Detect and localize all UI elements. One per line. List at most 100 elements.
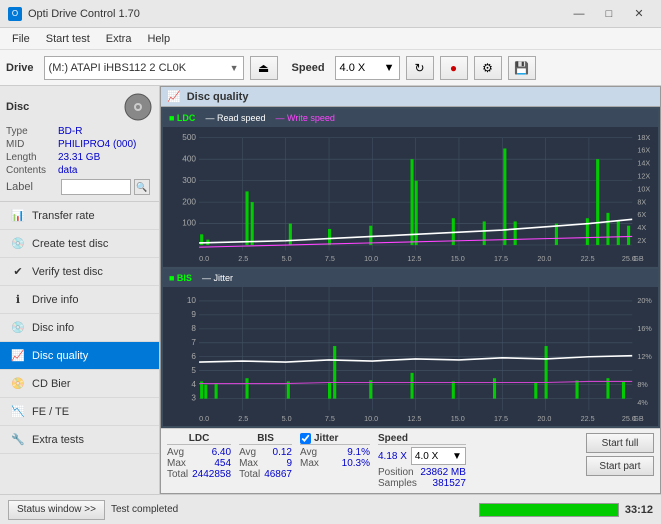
svg-text:100: 100 bbox=[182, 218, 196, 228]
menu-start-test[interactable]: Start test bbox=[38, 31, 98, 47]
create-test-disc-icon: 💿 bbox=[10, 236, 26, 252]
svg-text:20%: 20% bbox=[637, 295, 652, 304]
svg-text:8X: 8X bbox=[637, 197, 646, 206]
burn-button[interactable]: ● bbox=[440, 56, 468, 80]
speed-selector[interactable]: 4.0 X ▼ bbox=[335, 56, 400, 80]
svg-text:6: 6 bbox=[191, 350, 196, 360]
jitter-stats: Jitter Avg 9.1% Max 10.3% bbox=[300, 433, 370, 469]
maximize-button[interactable]: □ bbox=[595, 4, 623, 24]
length-value: 23.31 GB bbox=[58, 152, 100, 163]
bis-legend-jitter: — Jitter bbox=[202, 273, 233, 283]
svg-text:4%: 4% bbox=[637, 397, 648, 406]
svg-text:8: 8 bbox=[191, 322, 196, 332]
label-input[interactable] bbox=[61, 179, 131, 195]
svg-text:3: 3 bbox=[191, 392, 196, 402]
minimize-button[interactable]: — bbox=[565, 4, 593, 24]
menu-file[interactable]: File bbox=[4, 31, 38, 47]
svg-text:GB: GB bbox=[633, 254, 644, 263]
refresh-button[interactable]: ↻ bbox=[406, 56, 434, 80]
mid-value: PHILIPRO4 (000) bbox=[58, 139, 136, 150]
svg-text:15.0: 15.0 bbox=[451, 413, 465, 422]
samples-val: 381527 bbox=[433, 478, 466, 489]
position-label: Position bbox=[378, 467, 414, 478]
speed-stat-combo[interactable]: 4.0 X ▼ bbox=[411, 447, 466, 465]
bis-stats: BIS Avg 0.12 Max 9 Total 46867 bbox=[239, 433, 292, 480]
settings-button[interactable]: ⚙ bbox=[474, 56, 502, 80]
eject-button[interactable]: ⏏ bbox=[250, 56, 278, 80]
cd-bier-icon: 📀 bbox=[10, 376, 26, 392]
svg-text:16%: 16% bbox=[637, 323, 652, 332]
menu-extra[interactable]: Extra bbox=[98, 31, 140, 47]
menu-help[interactable]: Help bbox=[139, 31, 178, 47]
ldc-avg-val: 6.40 bbox=[212, 447, 231, 458]
sidebar-item-label-create-test-disc: Create test disc bbox=[32, 238, 108, 250]
svg-text:12X: 12X bbox=[637, 171, 650, 180]
label-icon-button[interactable]: 🔍 bbox=[134, 179, 150, 195]
avg-label-ldc: Avg bbox=[167, 447, 184, 458]
svg-text:14X: 14X bbox=[637, 158, 650, 167]
svg-text:0.0: 0.0 bbox=[199, 254, 209, 263]
svg-text:0.0: 0.0 bbox=[199, 413, 209, 422]
sidebar-item-transfer-rate[interactable]: 📊 Transfer rate bbox=[0, 202, 159, 230]
svg-text:10.0: 10.0 bbox=[364, 254, 378, 263]
sidebar-item-drive-info[interactable]: ℹ Drive info bbox=[0, 286, 159, 314]
sidebar-item-label-extra-tests: Extra tests bbox=[32, 434, 84, 446]
panel-titlebar: 📈 Disc quality bbox=[161, 87, 660, 107]
ldc-total-val: 2442858 bbox=[192, 469, 231, 480]
charts-container: ■ LDC — Read speed — Write speed bbox=[161, 107, 660, 428]
statusbar: Status window >> Test completed 33:12 bbox=[0, 494, 661, 524]
sidebar-item-fe-te[interactable]: 📉 FE / TE bbox=[0, 398, 159, 426]
sidebar-item-create-test-disc[interactable]: 💿 Create test disc bbox=[0, 230, 159, 258]
time-display: 33:12 bbox=[625, 504, 653, 516]
sidebar-item-extra-tests[interactable]: 🔧 Extra tests bbox=[0, 426, 159, 454]
save-button[interactable]: 💾 bbox=[508, 56, 536, 80]
sidebar-item-label-fe-te: FE / TE bbox=[32, 406, 69, 418]
window-controls: — □ ✕ bbox=[565, 4, 653, 24]
sidebar-item-cd-bier[interactable]: 📀 CD Bier bbox=[0, 370, 159, 398]
length-label: Length bbox=[6, 152, 58, 163]
svg-text:12.5: 12.5 bbox=[407, 254, 421, 263]
mid-label: MID bbox=[6, 139, 58, 150]
fe-te-icon: 📉 bbox=[10, 404, 26, 420]
disc-icon bbox=[123, 92, 153, 122]
verify-test-disc-icon: ✔ bbox=[10, 264, 26, 280]
ldc-legend-ldc: ■ LDC bbox=[169, 113, 195, 123]
speed-stat-combo-val: 4.0 X bbox=[415, 451, 438, 462]
svg-text:5.0: 5.0 bbox=[282, 254, 292, 263]
svg-text:17.5: 17.5 bbox=[494, 254, 508, 263]
jitter-checkbox[interactable] bbox=[300, 433, 311, 444]
speed-stat-val: 4.18 X bbox=[378, 451, 407, 462]
svg-text:10: 10 bbox=[187, 294, 196, 304]
svg-text:7.5: 7.5 bbox=[325, 413, 335, 422]
start-part-button[interactable]: Start part bbox=[586, 456, 654, 476]
svg-text:15.0: 15.0 bbox=[451, 254, 465, 263]
close-button[interactable]: ✕ bbox=[625, 4, 653, 24]
menubar: File Start test Extra Help bbox=[0, 28, 661, 50]
samples-label: Samples bbox=[378, 478, 417, 489]
ldc-max-val: 454 bbox=[214, 458, 231, 469]
drive-selector[interactable]: (M:) ATAPI iHBS112 2 CL0K ▼ bbox=[44, 56, 244, 80]
svg-text:12.5: 12.5 bbox=[407, 413, 421, 422]
status-window-button[interactable]: Status window >> bbox=[8, 500, 105, 520]
svg-text:22.5: 22.5 bbox=[581, 254, 595, 263]
toolbar: Drive (M:) ATAPI iHBS112 2 CL0K ▼ ⏏ Spee… bbox=[0, 50, 661, 86]
bis-total-val: 46867 bbox=[264, 469, 292, 480]
speed-label: Speed bbox=[292, 62, 325, 74]
start-full-button[interactable]: Start full bbox=[586, 433, 654, 453]
sidebar-item-label-disc-info: Disc info bbox=[32, 322, 74, 334]
sidebar-item-verify-test-disc[interactable]: ✔ Verify test disc bbox=[0, 258, 159, 286]
progress-bar-fill bbox=[480, 504, 618, 516]
drive-info-icon: ℹ bbox=[10, 292, 26, 308]
progress-bar-container bbox=[479, 503, 619, 517]
bis-avg-val: 0.12 bbox=[273, 447, 292, 458]
sidebar: Disc Type BD-R MID PHILIPRO4 (000) bbox=[0, 86, 160, 494]
sidebar-item-disc-quality[interactable]: 📈 Disc quality bbox=[0, 342, 159, 370]
svg-text:500: 500 bbox=[182, 132, 196, 142]
label-label: Label bbox=[6, 181, 58, 193]
ldc-legend-write: — Write speed bbox=[275, 113, 334, 123]
sidebar-item-disc-info[interactable]: 💿 Disc info bbox=[0, 314, 159, 342]
ldc-chart-panel: ■ LDC — Read speed — Write speed bbox=[163, 109, 658, 267]
titlebar: O Opti Drive Control 1.70 — □ ✕ bbox=[0, 0, 661, 28]
action-buttons: Start full Start part bbox=[586, 433, 654, 476]
ldc-legend-read: — Read speed bbox=[205, 113, 265, 123]
